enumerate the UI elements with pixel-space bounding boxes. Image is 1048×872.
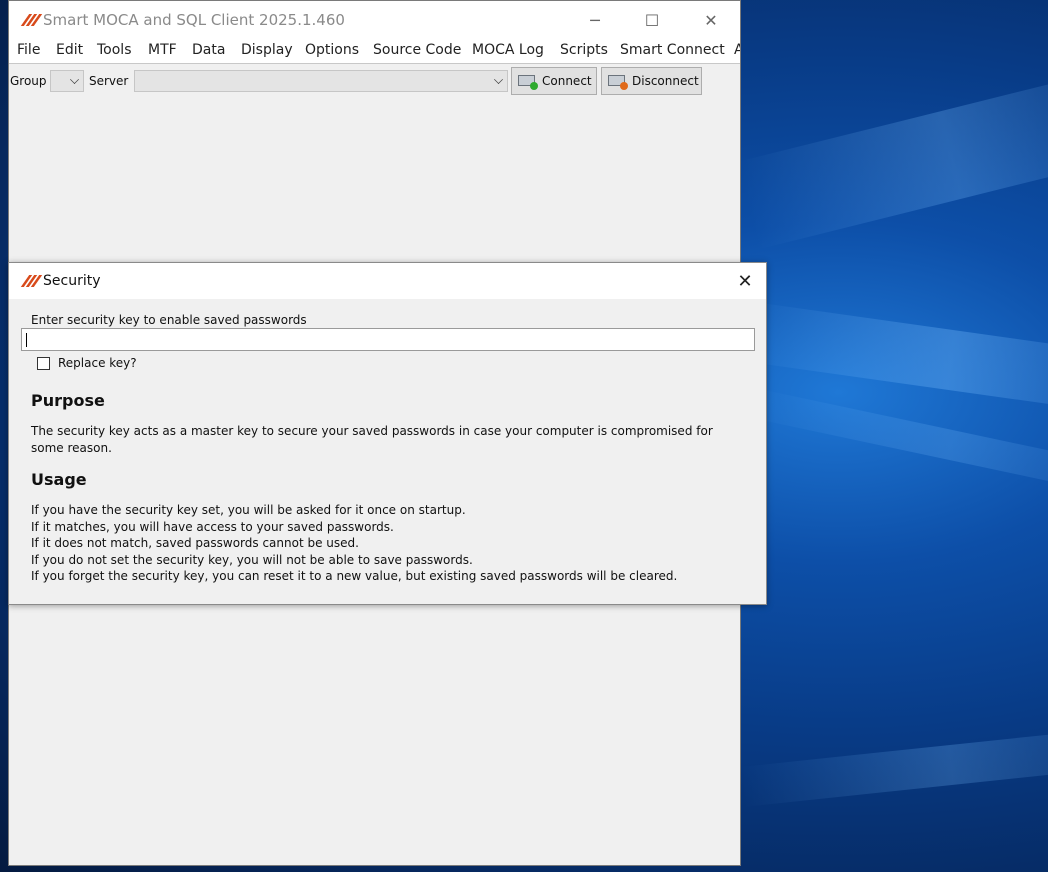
chevron-down-icon: [70, 75, 79, 84]
menu-options[interactable]: Options: [305, 42, 359, 58]
server-select[interactable]: [134, 70, 508, 92]
title-bar[interactable]: Smart MOCA and SQL Client 2025.1.460 ─ ☐…: [9, 1, 740, 39]
usage-line: If it matches, you will have access to y…: [31, 519, 394, 534]
usage-line: If you do not set the security key, you …: [31, 552, 473, 567]
security-key-label: Enter security key to enable saved passw…: [31, 313, 307, 327]
menu-bar: File Edit Tools MTF Data Display Options…: [9, 39, 740, 64]
connect-label: Connect: [542, 74, 592, 88]
connect-icon: [518, 74, 538, 90]
replace-key-label: Replace key?: [58, 356, 137, 370]
menu-edit[interactable]: Edit: [56, 42, 83, 58]
menu-data[interactable]: Data: [192, 42, 225, 58]
dialog-title: Security: [43, 273, 101, 289]
disconnect-icon: [608, 74, 628, 90]
menu-overflow[interactable]: A: [734, 42, 740, 58]
window-title: Smart MOCA and SQL Client 2025.1.460: [43, 11, 345, 29]
menu-tools[interactable]: Tools: [97, 42, 132, 58]
replace-key-checkbox[interactable]: [37, 356, 50, 370]
menu-scripts[interactable]: Scripts: [560, 42, 608, 58]
replace-key-option[interactable]: Replace key?: [37, 356, 137, 370]
server-label: Server: [89, 74, 129, 88]
usage-heading: Usage: [31, 470, 87, 489]
menu-smart-connect[interactable]: Smart Connect: [620, 42, 725, 58]
minimize-icon[interactable]: ─: [572, 1, 618, 39]
group-label: Group: [10, 74, 47, 88]
connect-button[interactable]: Connect: [511, 67, 597, 95]
disconnect-label: Disconnect: [632, 74, 699, 88]
text-caret: [26, 333, 27, 347]
disconnect-button[interactable]: Disconnect: [601, 67, 702, 95]
menu-display[interactable]: Display: [241, 42, 293, 58]
connection-toolbar: Group Server Connect Disconnect: [9, 64, 740, 98]
chevron-down-icon: [494, 75, 503, 84]
menu-file[interactable]: File: [17, 42, 40, 58]
usage-list: If you have the security key set, you wi…: [31, 502, 731, 585]
app-logo-icon: [20, 275, 43, 287]
menu-moca-log[interactable]: MOCA Log: [472, 42, 544, 58]
usage-line: If you have the security key set, you wi…: [31, 503, 466, 517]
security-key-input[interactable]: [21, 328, 755, 351]
close-icon[interactable]: ✕: [688, 1, 734, 39]
maximize-icon[interactable]: ☐: [629, 1, 675, 39]
purpose-heading: Purpose: [31, 391, 105, 410]
security-dialog: Security ✕ Enter security key to enable …: [8, 262, 767, 605]
usage-line: If it does not match, saved passwords ca…: [31, 536, 359, 550]
menu-source-code[interactable]: Source Code: [373, 42, 461, 58]
app-logo-icon: [20, 14, 43, 26]
close-icon[interactable]: ✕: [724, 263, 766, 299]
dialog-title-bar[interactable]: Security ✕: [9, 263, 766, 299]
menu-mtf[interactable]: MTF: [148, 42, 177, 58]
group-select[interactable]: [50, 70, 84, 92]
purpose-text: The security key acts as a master key to…: [31, 424, 713, 455]
usage-line: If you forget the security key, you can …: [31, 569, 678, 583]
